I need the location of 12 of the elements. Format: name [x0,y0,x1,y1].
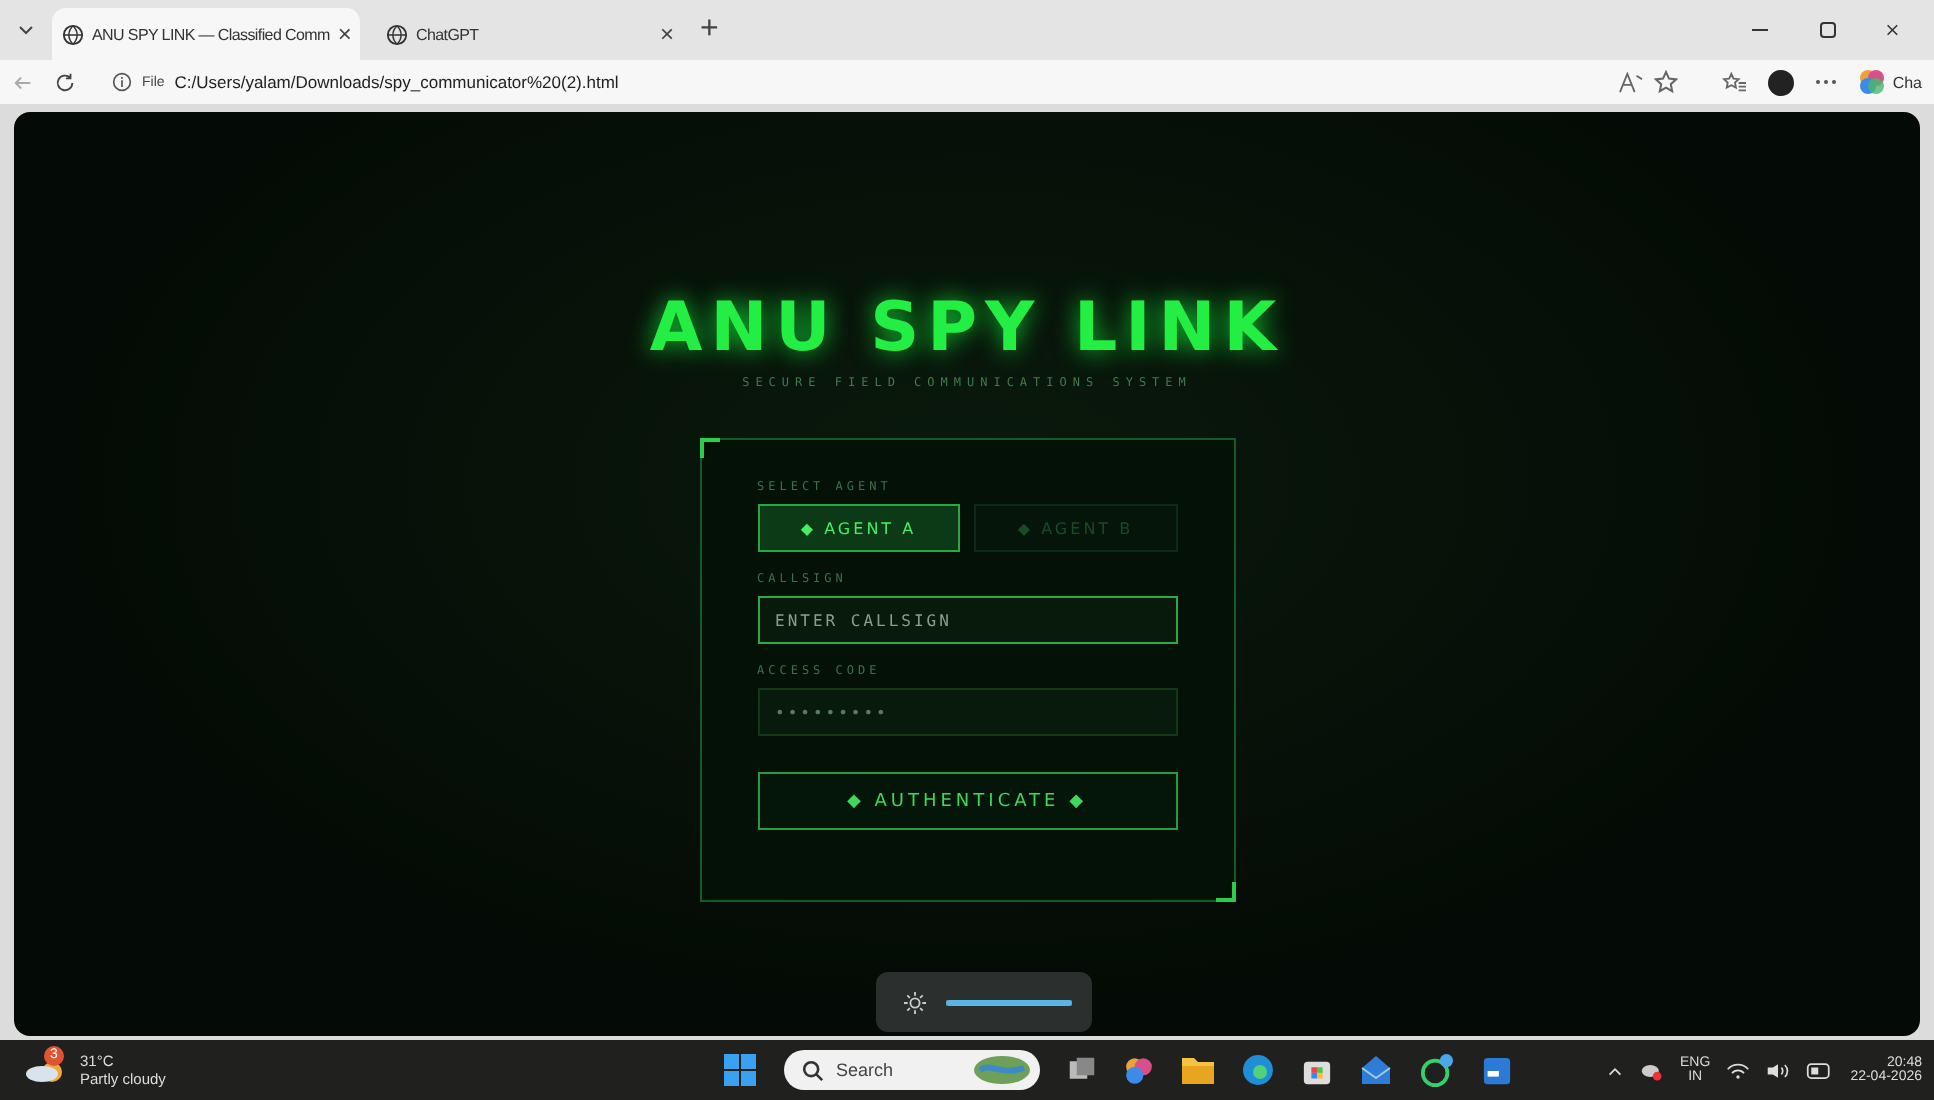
agent-toggle[interactable]: ◆ AGENT A [757,504,960,552]
copilot-button[interactable]: Cha [1858,68,1922,96]
tab-close-button[interactable]: × [659,20,674,48]
new-tab-button[interactable]: + [700,12,719,48]
tab-close-button[interactable]: × [337,20,352,48]
browser-tab[interactable]: ChatGPT × [376,8,684,60]
app-title: ANU SPY LINK [649,288,1285,368]
authenticate-button[interactable]: ◆ AUTHENTICATE ◆ [757,772,1177,830]
browser-tab[interactable]: ANU SPY LINK — Classified Comm × [52,8,360,60]
taskbar-search[interactable]: Search [784,1050,1040,1090]
access-code-field[interactable]: ••••••••• [757,688,1177,736]
callsign-field[interactable]: ENTER CALLSIGN [757,596,1177,644]
